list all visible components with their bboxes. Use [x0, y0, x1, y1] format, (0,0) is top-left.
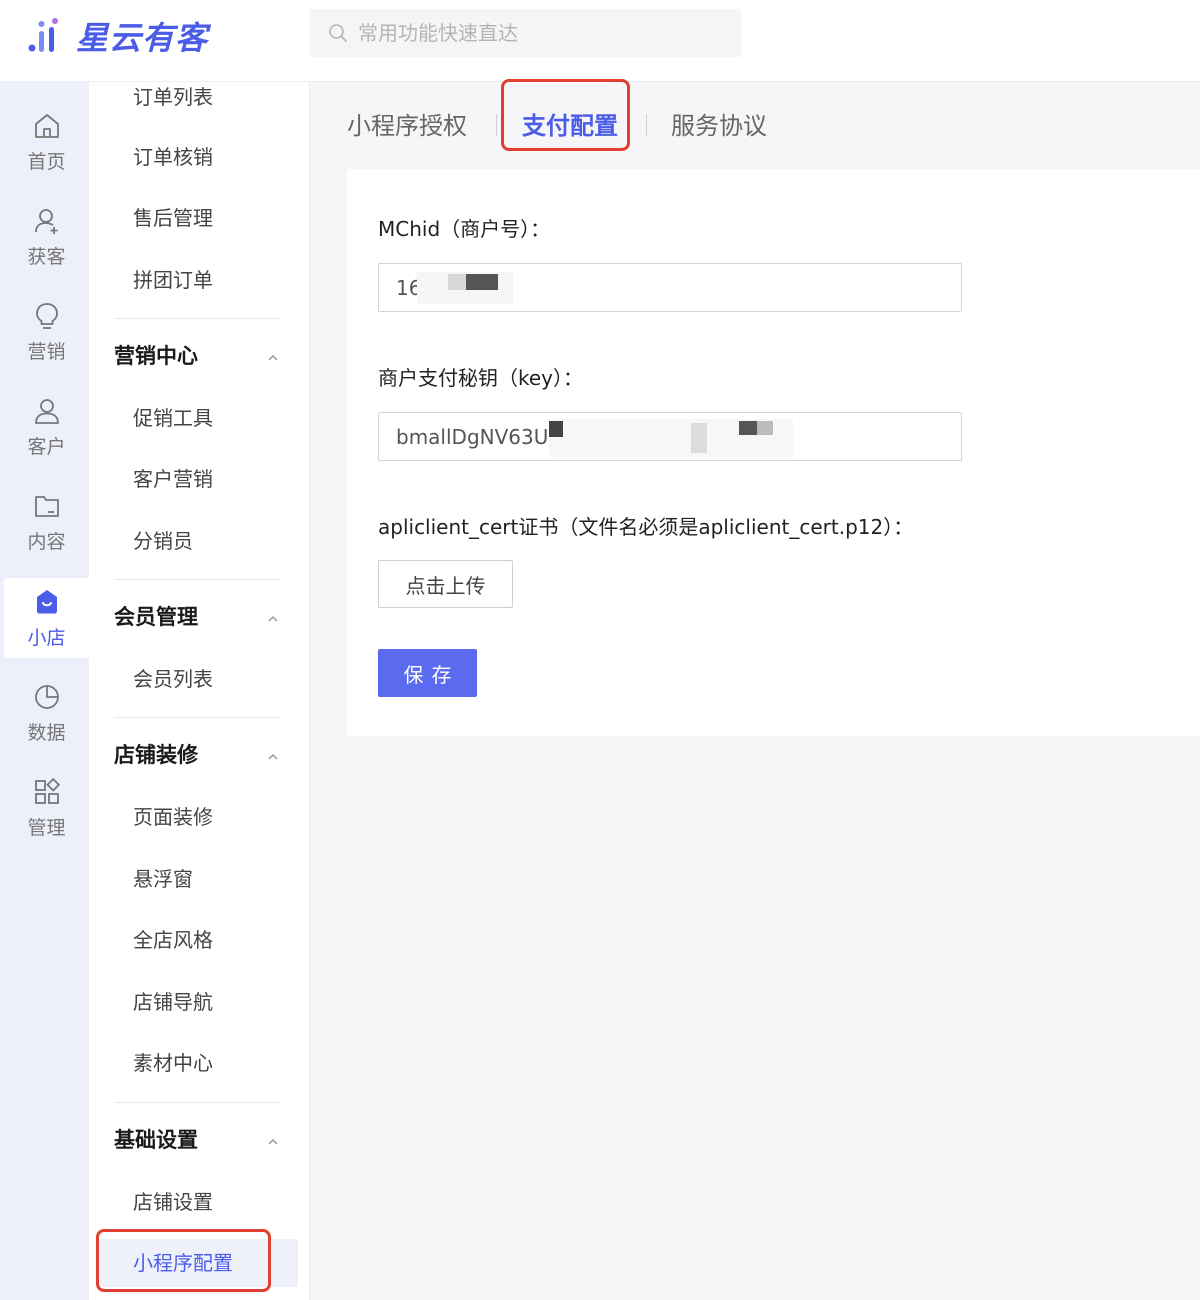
- cert-label: apliclient_cert证书（文件名必须是apliclient_cert.…: [378, 515, 914, 539]
- chevron-up-icon[interactable]: [267, 751, 279, 763]
- rail-item-shop[interactable]: 小店: [4, 578, 89, 658]
- apps-icon: [34, 777, 60, 804]
- mchid-field[interactable]: [378, 263, 962, 312]
- sub-item-member-list[interactable]: 会员列表: [133, 664, 213, 694]
- rail-item-label: 内容: [27, 530, 66, 553]
- redaction-mask: [466, 274, 498, 290]
- sub-item-distributors[interactable]: 分销员: [133, 526, 193, 556]
- brand-logo[interactable]: 星云有客: [26, 14, 208, 58]
- sub-item-page-decoration[interactable]: 页面装修: [133, 802, 213, 832]
- home-icon: [34, 113, 59, 138]
- search-box[interactable]: [310, 9, 741, 57]
- sub-item-material-center[interactable]: 素材中心: [133, 1048, 213, 1078]
- highlight-box: [501, 79, 630, 151]
- rail-item-home[interactable]: 首页: [4, 102, 89, 182]
- highlight-box: [96, 1229, 271, 1292]
- bulb-icon: [35, 302, 58, 329]
- pie-chart-icon: [34, 684, 59, 709]
- redaction-mask: [739, 421, 757, 435]
- tab-service-agreement[interactable]: 服务协议: [671, 106, 767, 146]
- sub-item-order-verify[interactable]: 订单核销: [133, 142, 213, 172]
- divider: [114, 579, 280, 580]
- folder-icon: [34, 495, 59, 517]
- sub-item-after-sales[interactable]: 售后管理: [133, 203, 213, 233]
- tab-miniprogram-auth[interactable]: 小程序授权: [347, 106, 467, 146]
- rail-item-acquire[interactable]: 获客: [4, 197, 89, 277]
- brand-name: 星云有客: [76, 19, 209, 57]
- rail-item-marketing[interactable]: 营销: [4, 292, 89, 372]
- divider: [114, 717, 280, 718]
- rail-item-label: 数据: [27, 721, 66, 744]
- upload-button[interactable]: 点击上传: [378, 560, 513, 608]
- rail-item-manage[interactable]: 管理: [4, 768, 89, 848]
- shop-icon: [36, 589, 57, 613]
- top-header: 星云有客: [0, 0, 1200, 82]
- tab-separator: [646, 114, 647, 136]
- divider: [114, 1102, 280, 1103]
- rail-item-content[interactable]: 内容: [4, 482, 89, 562]
- redaction-mask: [691, 423, 707, 453]
- rail-item-label: 获客: [27, 245, 66, 268]
- sub-item-store-settings[interactable]: 店铺设置: [133, 1187, 213, 1217]
- sub-item-floating-window[interactable]: 悬浮窗: [133, 864, 193, 894]
- sub-item-customer-marketing[interactable]: 客户营销: [133, 464, 213, 494]
- tab-separator: [496, 114, 497, 136]
- sub-item-promotion-tools[interactable]: 促销工具: [133, 403, 213, 433]
- search-icon: [329, 24, 347, 42]
- redaction-mask: [448, 274, 466, 290]
- user-icon: [34, 398, 59, 424]
- sub-item-store-style[interactable]: 全店风格: [133, 925, 213, 955]
- save-button[interactable]: 保存: [378, 649, 477, 697]
- rail-item-data[interactable]: 数据: [4, 673, 89, 753]
- group-title-members[interactable]: 会员管理: [114, 602, 198, 632]
- config-tabs: 小程序授权 支付配置 服务协议: [310, 79, 1200, 168]
- mchid-label: MChid（商户号）：: [378, 217, 551, 241]
- user-add-icon: [34, 208, 57, 234]
- group-title-basic-settings[interactable]: 基础设置: [114, 1125, 198, 1155]
- payment-config-form: MChid（商户号）： 商户支付秘钥（key）： apliclient_cert…: [347, 169, 1200, 736]
- chevron-up-icon[interactable]: [267, 1136, 279, 1148]
- rail-item-label: 客户: [27, 435, 66, 458]
- rail-item-label: 管理: [27, 816, 66, 839]
- redaction-mask: [549, 421, 563, 437]
- rail-item-label: 营销: [27, 340, 66, 363]
- group-title-decoration[interactable]: 店铺装修: [114, 740, 198, 770]
- rail-item-label: 首页: [27, 150, 66, 173]
- rail-item-customer[interactable]: 客户: [4, 387, 89, 467]
- brand-logo-icon: [28, 18, 58, 52]
- main-nav-rail: 首页 获客 营销 客户 内容 小店 数据 管理: [0, 82, 89, 1300]
- group-title-marketing[interactable]: 营销中心: [114, 341, 198, 371]
- sub-nav: 订单列表 订单核销 售后管理 拼团订单 营销中心 促销工具 客户营销 分销员 会…: [89, 82, 310, 1300]
- chevron-up-icon[interactable]: [267, 352, 279, 364]
- sub-item-group-orders[interactable]: 拼团订单: [133, 265, 213, 295]
- sub-item-order-list[interactable]: 订单列表: [133, 82, 213, 112]
- rail-item-label: 小店: [27, 626, 66, 649]
- redaction-mask: [757, 421, 773, 435]
- key-label: 商户支付秘钥（key）：: [378, 366, 584, 390]
- search-input[interactable]: [358, 21, 718, 45]
- divider: [114, 318, 280, 319]
- sub-item-store-navigation[interactable]: 店铺导航: [133, 987, 213, 1017]
- key-field[interactable]: [378, 412, 962, 461]
- chevron-up-icon[interactable]: [267, 613, 279, 625]
